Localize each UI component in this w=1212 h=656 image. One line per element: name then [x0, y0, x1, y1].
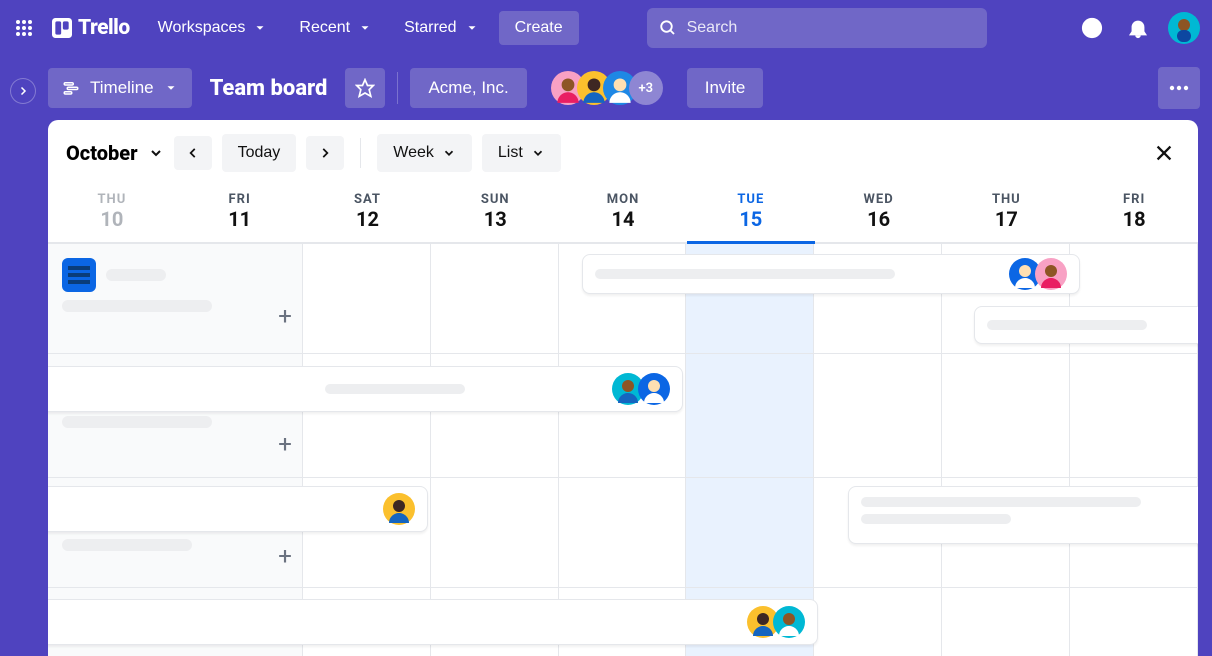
recent-menu[interactable]: Recent: [287, 11, 384, 45]
member-overflow-count[interactable]: +3: [629, 71, 663, 105]
card-members: [383, 493, 415, 525]
timeline-card[interactable]: [582, 254, 1080, 294]
notifications-icon[interactable]: [1122, 12, 1154, 44]
calendar-body[interactable]: + +: [48, 244, 1198, 656]
row-divider: [48, 353, 1198, 354]
list-subtitle-placeholder: [62, 416, 212, 428]
separator: [360, 138, 361, 168]
view-switcher[interactable]: Timeline: [48, 68, 192, 108]
timeline-panel: October Today Week List THU10 FRI11 SAT1…: [48, 120, 1198, 656]
chevron-down-icon: [253, 21, 267, 35]
list-subtitle-placeholder: [62, 300, 212, 312]
chevron-down-icon: [148, 145, 164, 161]
member-avatar[interactable]: [773, 606, 805, 638]
zoom-selector[interactable]: Week: [377, 134, 472, 172]
card-members: [747, 606, 805, 638]
day-header: SUN13: [431, 186, 559, 242]
card-members: [612, 373, 670, 405]
board-menu-button[interactable]: [1158, 67, 1200, 109]
day-header: THU17: [942, 186, 1070, 242]
member-avatar[interactable]: [1035, 258, 1067, 290]
org-button[interactable]: Acme, Inc.: [410, 68, 526, 108]
user-avatar[interactable]: [1168, 12, 1200, 44]
member-avatar[interactable]: [383, 493, 415, 525]
recent-label: Recent: [299, 19, 350, 37]
list-icon: [62, 258, 96, 292]
today-button[interactable]: Today: [222, 134, 297, 172]
row-divider: [48, 587, 1198, 588]
day-header: MON14: [559, 186, 687, 242]
chevron-right-icon: [318, 146, 332, 160]
card-title-placeholder: [595, 269, 895, 279]
separator: [397, 72, 398, 104]
create-button[interactable]: Create: [499, 11, 579, 45]
sidebar-expand-toggle[interactable]: [10, 78, 36, 104]
trello-logo[interactable]: Trello: [44, 16, 138, 40]
zoom-label: Week: [393, 144, 434, 162]
card-title-placeholder: [861, 497, 1141, 507]
workspaces-label: Workspaces: [158, 19, 246, 37]
chevron-down-icon: [531, 146, 545, 160]
day-header: SAT12: [304, 186, 432, 242]
member-avatar-stack: +3: [551, 71, 663, 105]
timeline-icon: [62, 79, 80, 97]
chevron-down-icon: [164, 81, 178, 95]
star-button[interactable]: [345, 68, 385, 108]
apps-launcher-icon[interactable]: [12, 16, 36, 40]
day-header: FRI11: [176, 186, 304, 242]
add-card-button[interactable]: +: [273, 432, 297, 456]
current-month: October: [66, 141, 138, 165]
chevron-down-icon: [358, 21, 372, 35]
info-icon[interactable]: [1076, 12, 1108, 44]
invite-button[interactable]: Invite: [687, 68, 764, 108]
search-input-container[interactable]: [647, 8, 987, 48]
board-toolbar: Timeline Team board Acme, Inc. +3 Invite: [0, 56, 1212, 120]
timeline-card[interactable]: [848, 486, 1198, 544]
timeline-card[interactable]: [974, 306, 1198, 344]
card-members: [1009, 258, 1067, 290]
grouping-selector[interactable]: List: [482, 134, 561, 172]
row-divider: [48, 477, 1198, 478]
search-icon: [659, 19, 677, 37]
next-button[interactable]: [306, 136, 344, 170]
day-header-today: TUE15: [687, 186, 815, 244]
add-card-button[interactable]: +: [273, 304, 297, 328]
grouping-label: List: [498, 144, 523, 162]
timeline-card[interactable]: [48, 486, 428, 532]
month-selector[interactable]: October: [66, 141, 164, 165]
day-header: THU10: [48, 186, 176, 242]
prev-button[interactable]: [174, 136, 212, 170]
card-title-placeholder: [325, 384, 465, 394]
view-label: Timeline: [90, 78, 154, 98]
add-card-button[interactable]: +: [273, 544, 297, 568]
list-row-header: [62, 258, 292, 312]
timeline-card[interactable]: [48, 366, 683, 412]
close-icon: [1153, 142, 1175, 164]
board-title[interactable]: Team board: [210, 76, 328, 101]
chevron-down-icon: [442, 146, 456, 160]
list-title-placeholder: [106, 269, 166, 281]
search-input[interactable]: [687, 19, 975, 37]
chevron-down-icon: [465, 21, 479, 35]
star-icon: [355, 78, 375, 98]
brand-name: Trello: [78, 16, 130, 40]
timeline-toolbar: October Today Week List: [48, 120, 1198, 186]
top-navbar: Trello Workspaces Recent Starred Create: [0, 0, 1212, 56]
card-subtitle-placeholder: [861, 514, 1011, 524]
chevron-right-icon: [17, 85, 29, 97]
calendar-header: THU10 FRI11 SAT12 SUN13 MON14 TUE15 WED1…: [48, 186, 1198, 244]
nav-right: [1076, 12, 1200, 44]
list-subtitle-placeholder: [62, 539, 192, 551]
day-header: WED16: [815, 186, 943, 242]
starred-menu[interactable]: Starred: [392, 11, 490, 45]
day-header: FRI18: [1070, 186, 1198, 242]
more-horizontal-icon: [1169, 85, 1189, 91]
chevron-left-icon: [186, 146, 200, 160]
close-panel-button[interactable]: [1148, 137, 1180, 169]
card-title-placeholder: [987, 320, 1147, 330]
workspaces-menu[interactable]: Workspaces: [146, 11, 280, 45]
timeline-card[interactable]: [48, 599, 818, 645]
starred-label: Starred: [404, 19, 456, 37]
member-avatar[interactable]: [638, 373, 670, 405]
